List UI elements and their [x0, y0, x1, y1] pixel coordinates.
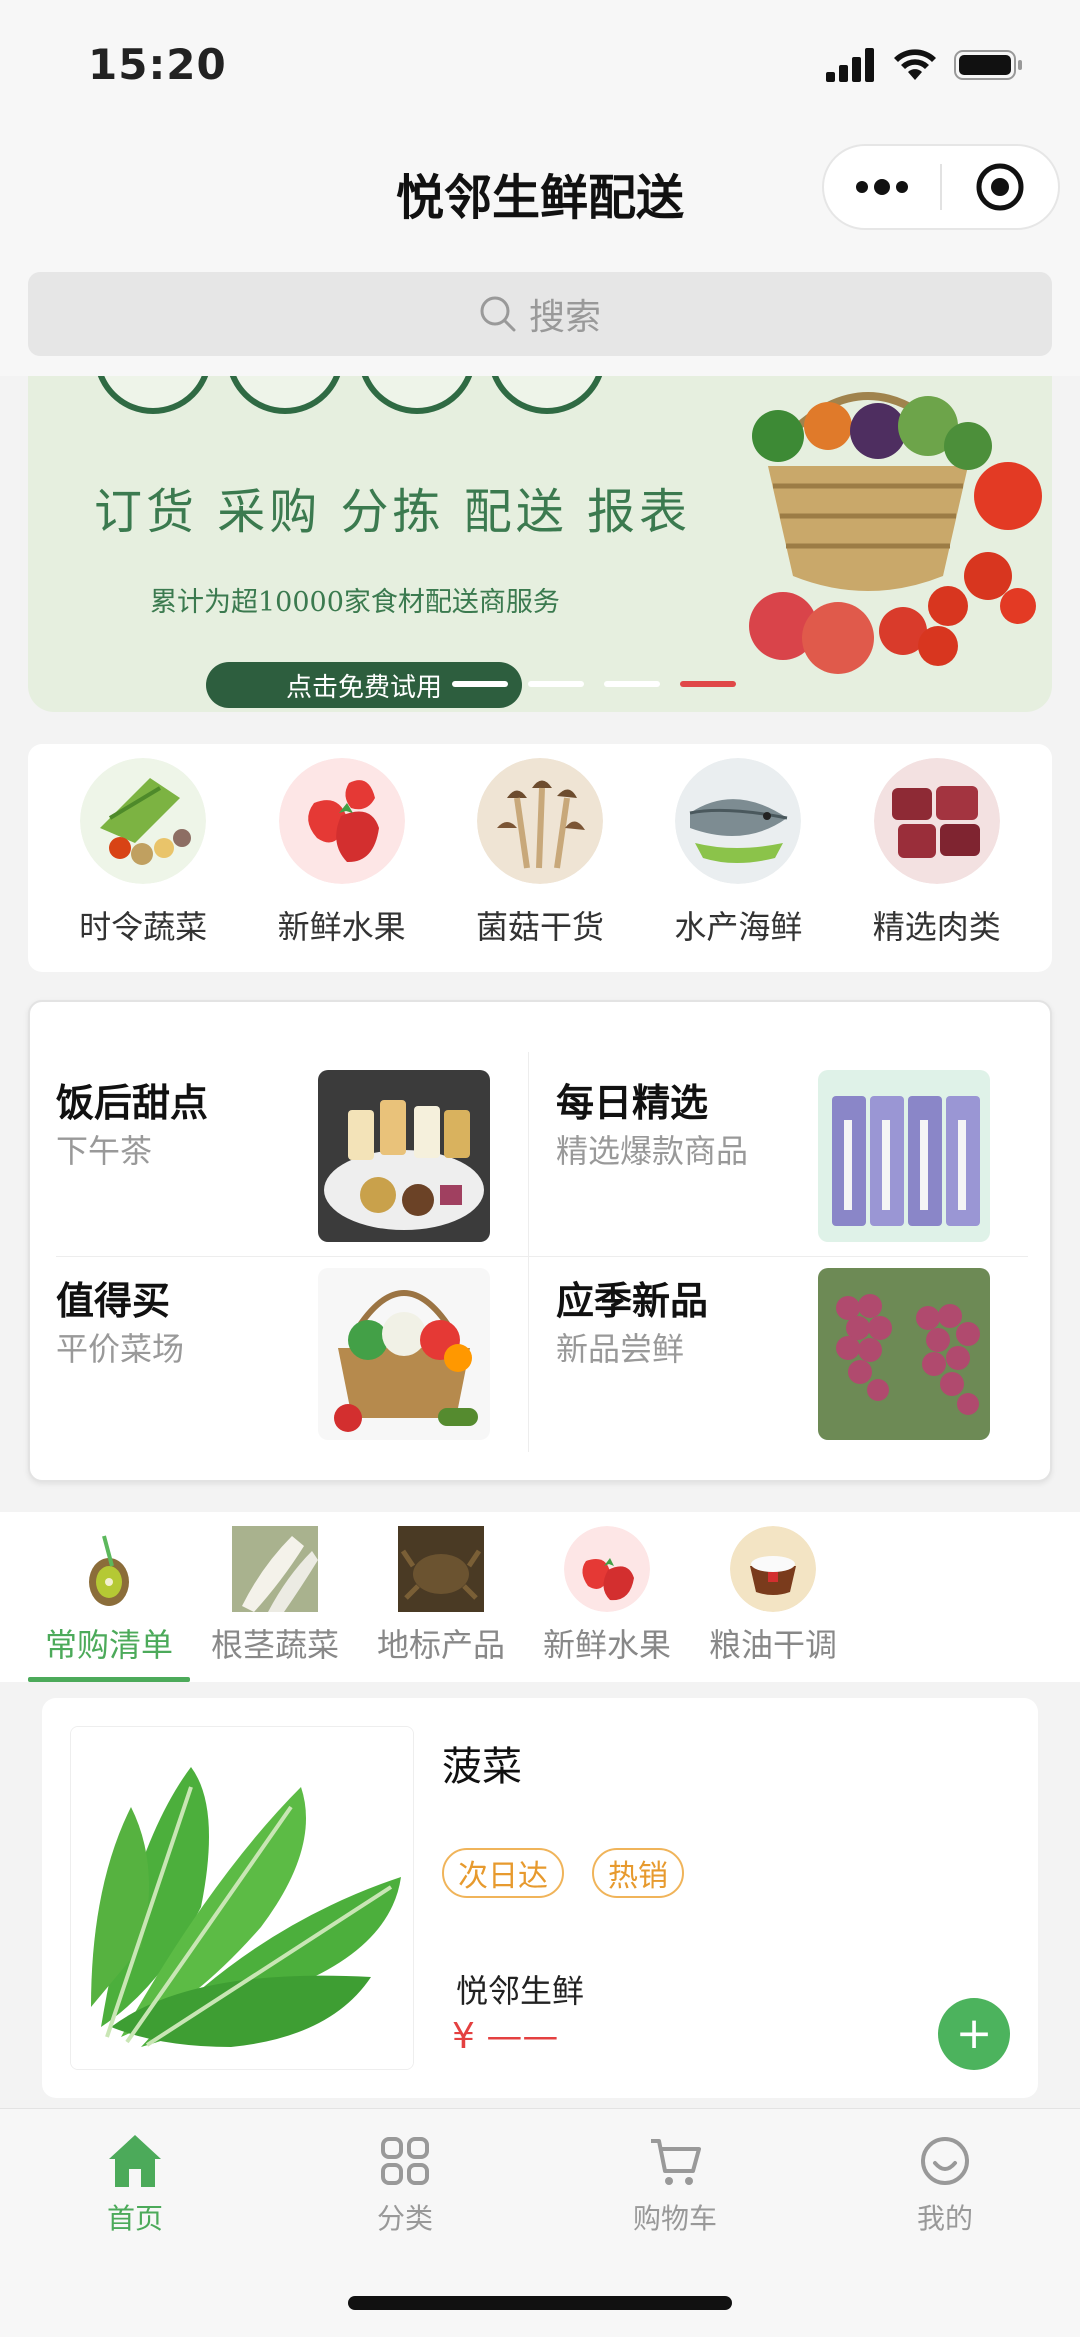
category-label: 精选肉类: [872, 908, 1001, 946]
pagination-dot: [528, 681, 584, 687]
spinach-image: [71, 1727, 413, 2069]
add-to-cart-button[interactable]: +: [938, 1998, 1010, 2070]
status-time: 15:20: [88, 40, 227, 89]
tabbar-label: 首页: [106, 2202, 163, 2235]
category-vegetables[interactable]: 时令蔬菜: [53, 758, 233, 972]
meat-icon: [873, 758, 1000, 884]
vegetable-basket-image: [749, 392, 1042, 674]
category-label: 时令蔬菜: [79, 908, 208, 946]
feature-title: 每日精选: [556, 1081, 709, 1125]
vegetables-icon: [80, 758, 207, 884]
tab-fresh-fruits[interactable]: 新鲜水果: [524, 1512, 690, 1682]
wifi-icon: [894, 49, 936, 80]
target-icon: [976, 163, 1024, 211]
feature-title: 值得买: [56, 1279, 171, 1323]
tab-label: 粮油干调: [708, 1626, 837, 1664]
product-image: [70, 1726, 414, 2070]
close-miniprogram-button[interactable]: [942, 146, 1058, 228]
grid-icon: [381, 2137, 429, 2185]
feature-title: 饭后甜点: [56, 1081, 209, 1125]
cart-icon: [651, 2139, 701, 2185]
search-bar-container: 搜索: [0, 258, 1080, 376]
grid-divider-vertical: [528, 1052, 529, 1452]
more-button[interactable]: [824, 146, 940, 228]
product-shop: 悦邻生鲜: [456, 1972, 585, 2010]
tab-label: 新鲜水果: [542, 1626, 671, 1664]
tabbar-label: 我的: [916, 2202, 973, 2235]
profile-icon: [921, 2137, 969, 2185]
tab-grain-oil[interactable]: 粮油干调: [690, 1512, 856, 1682]
status-icons: [826, 48, 1024, 82]
signal-icon: [826, 48, 874, 82]
feature-subtitle: 下午茶: [56, 1132, 153, 1170]
kiwi-drink-icon: [66, 1526, 152, 1612]
crab-icon: [398, 1526, 484, 1612]
tab-label: 根茎蔬菜: [210, 1626, 339, 1664]
pagination-dot: [452, 681, 508, 687]
search-placeholder: 搜索: [528, 297, 601, 338]
status-bar: 15:20: [0, 0, 1080, 130]
fish-icon: [675, 758, 802, 884]
tab-label: 常购清单: [44, 1626, 173, 1664]
category-label: 新鲜水果: [277, 908, 406, 946]
feature-daily-picks[interactable]: 每日精选 精选爆款商品: [530, 1002, 1008, 1242]
tabbar-profile[interactable]: 我的: [810, 2109, 1080, 2337]
battery-icon: [954, 50, 1022, 80]
tabbar-home[interactable]: 首页: [0, 2109, 270, 2337]
banner-logo-circle: [488, 376, 606, 414]
mushroom-icon: [476, 758, 603, 884]
feature-subtitle: 新品尝鲜: [556, 1330, 685, 1368]
product-card[interactable]: 菠菜 次日达 热销 悦邻生鲜 ¥ —— +: [42, 1698, 1038, 2098]
tabbar-label: 购物车: [632, 2202, 717, 2235]
search-icon: [480, 296, 516, 332]
product-category-tabs: 常购清单 根茎蔬菜 地标产品 新鲜水果 粮油干调: [0, 1512, 1080, 1682]
rice-bowl-icon: [730, 1526, 816, 1612]
product-name: 菠菜: [442, 1744, 522, 1790]
tab-root-vegetables[interactable]: 根茎蔬菜: [192, 1512, 358, 1682]
category-meat[interactable]: 精选肉类: [847, 758, 1027, 972]
category-label: 水产海鲜: [674, 908, 803, 946]
tag-next-day: 次日达: [442, 1848, 564, 1898]
product-price: ¥ ——: [452, 2016, 559, 2057]
banner-logo-circle: [226, 376, 344, 414]
feature-title: 应季新品: [556, 1279, 709, 1323]
promo-banner[interactable]: 订货 采购 分拣 配送 报表 累计为超10000家食材配送商服务 点击免费试用: [28, 376, 1052, 712]
radish-icon: [232, 1526, 318, 1612]
strawberry-icon: [278, 758, 405, 884]
feature-desserts[interactable]: 饭后甜点 下午茶: [30, 1002, 508, 1242]
tab-frequent-list[interactable]: 常购清单: [26, 1512, 192, 1682]
banner-subline: 累计为超10000家食材配送商服务: [150, 587, 560, 618]
feature-seasonal-new[interactable]: 应季新品 新品尝鲜: [530, 1200, 1008, 1440]
vegetable-basket-image: [318, 1268, 490, 1440]
home-indicator: [348, 2296, 732, 2310]
banner-logo-circle: [94, 376, 212, 414]
feature-worth-buying[interactable]: 值得买 平价菜场: [30, 1200, 508, 1440]
tab-label: 地标产品: [376, 1626, 505, 1664]
feature-subtitle: 平价菜场: [56, 1330, 185, 1368]
banner-pagination: [452, 681, 736, 687]
category-grid: 时令蔬菜 新鲜水果 菌菇干货 水产海鲜 精选肉类: [28, 744, 1052, 972]
tab-landmark-products[interactable]: 地标产品: [358, 1512, 524, 1682]
category-fruits[interactable]: 新鲜水果: [252, 758, 432, 972]
more-dots-icon: [856, 179, 908, 195]
banner-logo-circle: [358, 376, 476, 414]
banner-headline: 订货 采购 分拣 配送 报表: [94, 484, 692, 540]
search-input[interactable]: 搜索: [28, 272, 1052, 356]
category-label: 菌菇干货: [475, 908, 604, 946]
strawberry-icon: [564, 1526, 650, 1612]
navbar: 悦邻生鲜配送: [0, 130, 1080, 258]
grapes-image: [818, 1268, 990, 1440]
pagination-dot: [604, 681, 660, 687]
category-mushrooms[interactable]: 菌菇干货: [450, 758, 630, 972]
pagination-dot-active: [680, 681, 736, 687]
home-icon: [109, 2135, 161, 2187]
tabbar-label: 分类: [376, 2202, 433, 2235]
tag-hot-sale: 热销: [592, 1848, 684, 1898]
category-seafood[interactable]: 水产海鲜: [648, 758, 828, 972]
feature-subtitle: 精选爆款商品: [556, 1132, 749, 1170]
mini-program-capsule: [822, 144, 1060, 230]
feature-grid: 饭后甜点 下午茶 每日精选 精选爆款商品 值得买 平价菜场 应季新品 新品尝鲜: [28, 1000, 1052, 1482]
